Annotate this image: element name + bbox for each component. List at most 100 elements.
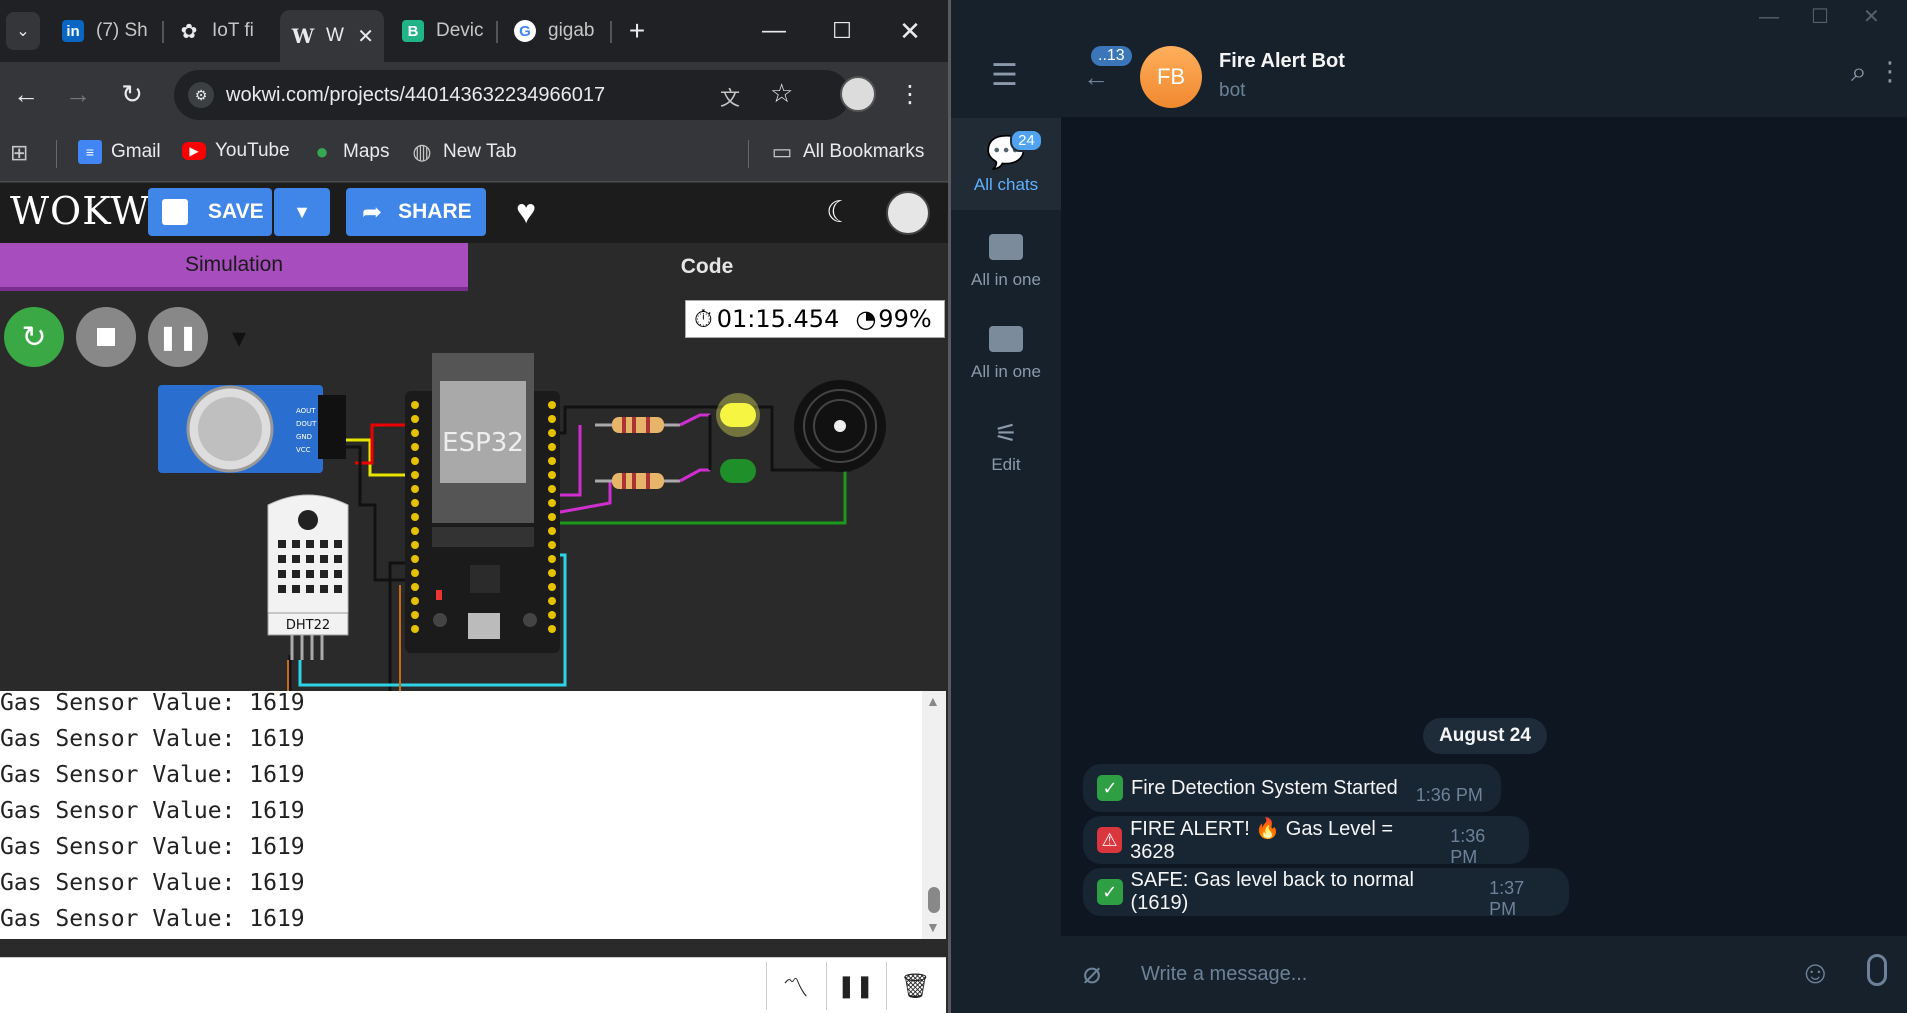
more-options-icon[interactable]: ⋮	[1877, 56, 1903, 87]
emoji-icon[interactable]: ☺	[1799, 954, 1832, 991]
message-bubble[interactable]: ⚠ FIRE ALERT! 🔥 Gas Level = 3628 1:36 PM	[1083, 816, 1529, 867]
search-icon[interactable]: ⌕	[1851, 56, 1867, 89]
sliders-icon: ⚟	[994, 417, 1018, 448]
profile-avatar[interactable]	[840, 76, 876, 112]
tab-wokwi[interactable]: W W ✕	[280, 10, 384, 62]
folder-edit[interactable]: ⚟ Edit	[951, 400, 1061, 492]
serial-line: Gas Sensor Value: 1619	[0, 906, 305, 932]
hamburger-menu-icon[interactable]: ☰	[991, 58, 1018, 93]
user-avatar[interactable]	[886, 191, 930, 235]
serial-pause-button[interactable]: ❚❚	[826, 962, 884, 1010]
maps-icon: ●	[315, 139, 329, 164]
share-button[interactable]: ➦ SHARE	[346, 188, 486, 236]
b-icon: B	[402, 20, 424, 42]
linkedin-icon: in	[62, 20, 84, 42]
message-time: 1:36 PM	[1450, 826, 1486, 867]
siren-emoji-icon: ⚠	[1097, 827, 1123, 853]
serial-line: Gas Sensor Value: 1619	[0, 762, 305, 788]
tab-google[interactable]: G gigab	[514, 10, 606, 52]
tab-simulation[interactable]: Simulation	[0, 243, 468, 291]
message-bubble[interactable]: ✓ SAFE: Gas level back to normal (1619) …	[1083, 868, 1569, 919]
clear-trash-icon[interactable]: 🗑	[886, 962, 944, 1010]
pin-label: GND	[296, 433, 312, 441]
tab-label: Devic	[436, 20, 484, 41]
tab-linkedin[interactable]: in (7) Sh	[62, 10, 158, 52]
minimize-button[interactable]: —	[746, 10, 802, 52]
save-dropdown-button[interactable]: ▼	[274, 188, 330, 236]
tab-strip: ⌄ in (7) Sh ✿ IoT fi W W ✕ B Devic G gig…	[0, 0, 948, 62]
resistor-2[interactable]	[595, 473, 680, 489]
microphone-icon[interactable]	[1867, 954, 1887, 986]
esp32-board[interactable]	[405, 353, 560, 653]
gas-sensor[interactable]	[158, 385, 346, 473]
apps-icon[interactable]: ⊞	[10, 140, 28, 166]
all-bookmarks[interactable]: ▭ All Bookmarks	[770, 139, 925, 164]
tab-devices[interactable]: B Devic	[402, 10, 494, 52]
chats-icon: 💬 24	[986, 129, 1043, 171]
plotter-button[interactable]: 〽	[766, 962, 824, 1010]
forward-icon[interactable]: →	[58, 74, 98, 114]
folder-all-chats[interactable]: 💬 24 All chats	[951, 118, 1061, 210]
bookmark-star-icon[interactable]: ☆	[770, 78, 793, 109]
tab-search-button[interactable]: ⌄	[6, 12, 40, 50]
bookmark-new-tab[interactable]: ◍ New Tab	[410, 139, 516, 164]
site-info-icon[interactable]: ⚙	[188, 82, 214, 108]
message-composer: ⌀ ☺	[1061, 936, 1907, 1013]
wokwi-logo[interactable]: WOKWI	[10, 189, 166, 233]
chat-status: bot	[1219, 80, 1246, 101]
maximize-button[interactable]: ☐	[1811, 4, 1829, 29]
menu-dots-icon[interactable]: ⋮	[890, 74, 930, 114]
tab-iot[interactable]: ✿ IoT fi	[178, 10, 268, 52]
serial-scrollbar[interactable]: ▲ ▼	[922, 691, 946, 939]
close-window-button[interactable]: ✕	[882, 10, 938, 52]
message-bubble[interactable]: ✓ Fire Detection System Started 1:36 PM	[1083, 764, 1501, 812]
scroll-up-icon[interactable]: ▲	[926, 693, 940, 709]
heart-icon[interactable]: ♥	[516, 193, 536, 232]
simulation-canvas[interactable]: ↻ ❚❚ ▾ ⏱ 01:15.454 ◔ 99% AOUT DOUT GND V…	[0, 295, 946, 691]
close-tab-icon[interactable]: ✕	[357, 24, 374, 49]
reload-icon[interactable]: ↻	[112, 74, 152, 114]
telegram-titlebar: — ☐ ✕	[951, 0, 1907, 36]
led-yellow[interactable]	[716, 393, 760, 437]
chat-header: ← ..13 FB Fire Alert Bot bot ⌕ ⋮	[1061, 36, 1907, 118]
folder-all-in-one-2[interactable]: All in one	[951, 308, 1061, 400]
serial-monitor[interactable]: Gas Sensor Value: 1619 Gas Sensor Value:…	[0, 691, 946, 939]
maximize-button[interactable]: ☐	[814, 10, 870, 52]
led-green[interactable]	[720, 459, 756, 483]
serial-input-bar[interactable]: 〽 ❚❚ 🗑	[0, 957, 946, 1013]
telegram-window: — ☐ ✕ ☰ 💬 24 All chats All in one All in…	[948, 0, 1907, 1013]
bookmark-maps[interactable]: ● Maps	[310, 139, 389, 164]
minimize-button[interactable]: —	[1759, 6, 1779, 29]
back-icon[interactable]: ←	[6, 74, 46, 114]
save-icon	[162, 199, 188, 225]
folder-icon	[989, 234, 1023, 260]
pin-label: VCC	[296, 446, 311, 454]
scroll-down-icon[interactable]: ▼	[926, 919, 940, 935]
esp32-label: ESP32	[442, 428, 524, 458]
address-bar[interactable]: ⚙ wokwi.com/projects/440143632234966017 …	[174, 70, 850, 120]
translate-icon[interactable]: 文	[720, 82, 740, 111]
new-tab-button[interactable]: +	[620, 14, 654, 48]
circuit-diagram: AOUT DOUT GND VCC DHT22 ESP32	[158, 353, 886, 691]
browser-window: ⌄ in (7) Sh ✿ IoT fi W W ✕ B Devic G gig…	[0, 0, 948, 1013]
folder-all-in-one-1[interactable]: All in one	[951, 216, 1061, 308]
chat-title[interactable]: Fire Alert Bot	[1219, 50, 1345, 73]
message-time: 1:36 PM	[1415, 784, 1483, 805]
bookmark-gmail[interactable]: ≡ Gmail	[78, 140, 161, 164]
message-input[interactable]	[1141, 954, 1721, 994]
bookmark-youtube[interactable]: ▶ YouTube	[182, 140, 290, 162]
resistor-1[interactable]	[595, 417, 680, 433]
message-text: FIRE ALERT! 🔥 Gas Level = 3628	[1130, 818, 1394, 863]
avatar[interactable]: FB	[1140, 46, 1202, 108]
buzzer[interactable]	[794, 380, 886, 472]
serial-line: Gas Sensor Value: 1619	[0, 834, 305, 860]
message-area[interactable]: August 24 ✓ Fire Detection System Starte…	[1061, 118, 1907, 936]
tab-code[interactable]: Code	[468, 243, 946, 291]
save-button[interactable]: SAVE	[148, 188, 272, 236]
back-arrow-icon[interactable]: ←	[1083, 62, 1109, 93]
scroll-thumb[interactable]	[928, 887, 940, 913]
dark-mode-icon[interactable]: ☾	[826, 195, 853, 230]
message-text: Fire Detection System Started	[1131, 776, 1398, 799]
attach-paperclip-icon[interactable]: ⌀	[1083, 956, 1101, 991]
close-window-button[interactable]: ✕	[1863, 4, 1880, 29]
